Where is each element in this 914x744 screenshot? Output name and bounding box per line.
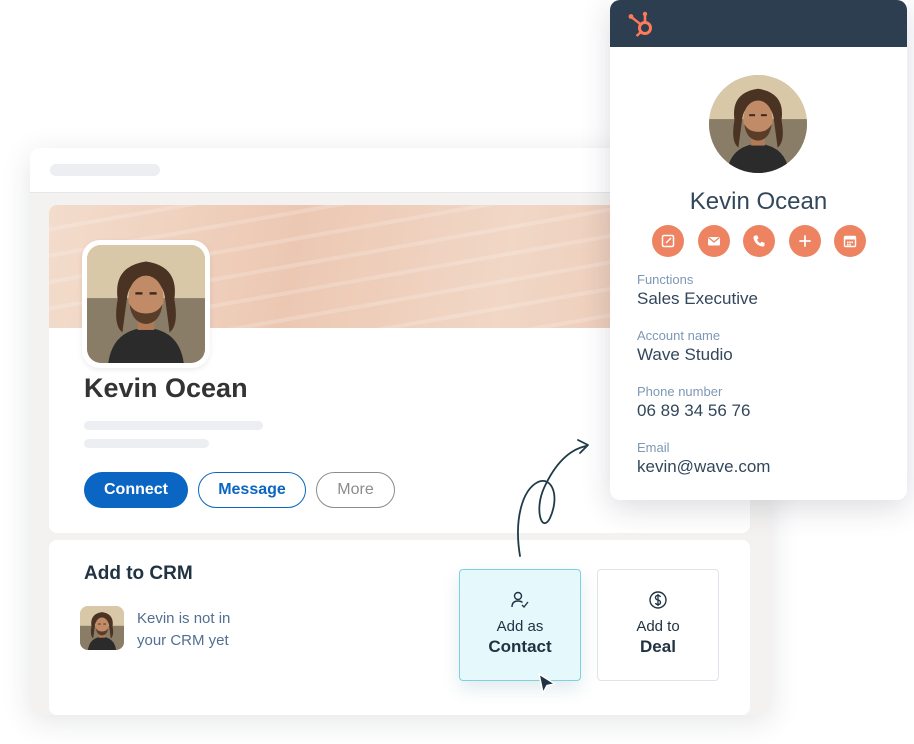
field-value[interactable]: 06 89 34 56 76 bbox=[637, 401, 750, 421]
hubspot-panel: Kevin Ocean Functions Sales Executive Ac… bbox=[610, 0, 907, 500]
deal-option-line1: Add to bbox=[636, 618, 680, 635]
contact-option-line2: Contact bbox=[488, 637, 552, 656]
crm-avatar-photo bbox=[80, 606, 124, 650]
field-value[interactable]: Wave Studio bbox=[637, 345, 733, 365]
add-to-deal-button[interactable]: Add to Deal bbox=[597, 569, 719, 681]
field-label: Phone number bbox=[637, 384, 723, 399]
field-label: Email bbox=[637, 440, 670, 455]
deal-option-line2: Deal bbox=[640, 637, 676, 656]
location-placeholder bbox=[84, 439, 209, 448]
field-label: Account name bbox=[637, 328, 721, 343]
contact-actions bbox=[652, 225, 866, 257]
contact-photo bbox=[709, 75, 807, 173]
profile-photo bbox=[87, 245, 205, 363]
dollar-circle-icon bbox=[649, 591, 667, 609]
user-check-icon bbox=[511, 591, 529, 609]
phone-icon bbox=[753, 235, 765, 247]
field-account-name: Account name Wave Studio bbox=[637, 328, 733, 365]
hubspot-header bbox=[610, 0, 907, 47]
contact-avatar bbox=[709, 75, 807, 173]
field-functions: Functions Sales Executive bbox=[637, 272, 758, 309]
profile-avatar[interactable] bbox=[82, 240, 210, 368]
calendar-icon bbox=[843, 235, 857, 248]
email-icon bbox=[707, 236, 720, 246]
contact-option-line1: Add as bbox=[496, 618, 544, 635]
field-email: Email kevin@wave.com bbox=[637, 440, 770, 477]
field-phone-number: Phone number 06 89 34 56 76 bbox=[637, 384, 750, 421]
field-value[interactable]: kevin@wave.com bbox=[637, 457, 770, 477]
field-value[interactable]: Sales Executive bbox=[637, 289, 758, 309]
message-button[interactable]: Message bbox=[198, 472, 306, 508]
add-button[interactable] bbox=[788, 225, 821, 257]
crm-status-text: Kevin is not in your CRM yet bbox=[137, 610, 231, 649]
email-button[interactable] bbox=[697, 225, 730, 257]
add-to-crm-card: Add to CRM Kevin is not in your CRM yet … bbox=[49, 540, 750, 715]
connect-button[interactable]: Connect bbox=[84, 472, 188, 508]
add-as-contact-button[interactable]: Add as Contact bbox=[459, 569, 581, 681]
schedule-button[interactable] bbox=[834, 225, 866, 257]
contact-name: Kevin Ocean bbox=[689, 188, 828, 215]
crm-avatar bbox=[80, 606, 124, 650]
field-label: Functions bbox=[637, 272, 694, 287]
profile-name: Kevin Ocean bbox=[84, 373, 248, 403]
hubspot-sprocket-icon[interactable] bbox=[626, 9, 656, 39]
plus-icon bbox=[798, 235, 811, 247]
address-bar-placeholder bbox=[50, 164, 160, 176]
call-button[interactable] bbox=[743, 225, 775, 257]
crm-card-title: Add to CRM bbox=[84, 563, 193, 584]
mouse-cursor-icon bbox=[538, 673, 556, 694]
note-icon bbox=[661, 234, 675, 248]
more-button[interactable]: More bbox=[316, 472, 395, 508]
headline-placeholder bbox=[84, 421, 263, 430]
note-button[interactable] bbox=[652, 225, 684, 257]
